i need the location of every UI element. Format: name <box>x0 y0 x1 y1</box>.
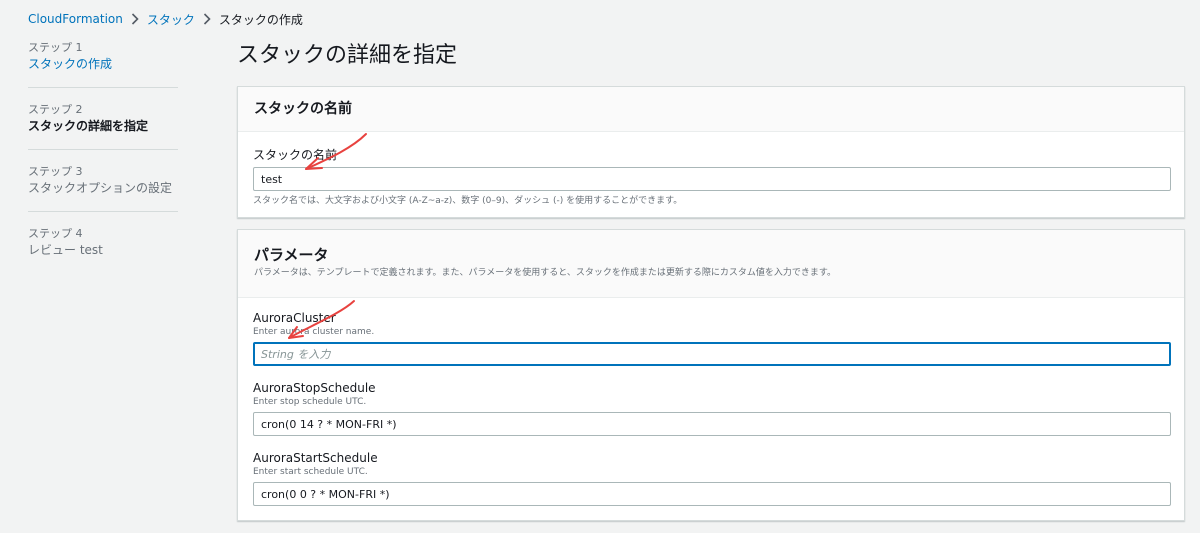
wizard-step-2: ステップ 2 スタックの詳細を指定 <box>28 102 178 150</box>
breadcrumb-cloudformation[interactable]: CloudFormation <box>28 12 123 26</box>
stack-name-panel: スタックの名前 スタックの名前 スタック名では、大文字および小文字 (A-Z~a… <box>237 86 1185 218</box>
parameter-aurora-cluster: AuroraCluster Enter aurora cluster name. <box>253 310 1171 380</box>
wizard-step-1[interactable]: ステップ 1 スタックの作成 <box>28 40 178 88</box>
parameter-name: AuroraStopSchedule <box>253 381 376 395</box>
page-title: スタックの詳細を指定 <box>237 43 458 68</box>
step-number-label: ステップ 3 <box>28 165 83 178</box>
parameters-description: パラメータは、テンプレートで定義されます。また、パラメータを使用すると、スタック… <box>254 268 837 278</box>
breadcrumb: CloudFormation スタック スタックの作成 <box>28 11 303 27</box>
step-title-specify-details: スタックの詳細を指定 <box>28 119 149 133</box>
step-number-label: ステップ 1 <box>28 41 83 54</box>
parameter-description: Enter start schedule UTC. <box>253 467 368 477</box>
chevron-right-icon <box>203 13 211 25</box>
step-title-create-stack[interactable]: スタックの作成 <box>28 56 178 73</box>
wizard-step-4: ステップ 4 レビュー test <box>28 226 178 273</box>
parameter-description: Enter aurora cluster name. <box>253 327 375 337</box>
stack-name-hint: スタック名では、大文字および小文字 (A-Z~a-z)、数字 (0–9)、ダッシ… <box>253 196 683 206</box>
parameter-aurora-stop-schedule: AuroraStopSchedule Enter stop schedule U… <box>253 380 1171 450</box>
parameter-name: AuroraStartSchedule <box>253 451 378 465</box>
breadcrumb-create-stack: スタックの作成 <box>218 12 303 27</box>
step-title-review: レビュー test <box>28 243 103 257</box>
wizard-step-3: ステップ 3 スタックオプションの設定 <box>28 164 178 212</box>
aurora-start-schedule-input[interactable] <box>253 482 1171 506</box>
panel-header: パラメータ パラメータは、テンプレートで定義されます。また、パラメータを使用する… <box>238 230 1184 298</box>
parameter-name: AuroraCluster <box>253 311 336 325</box>
stack-name-input[interactable] <box>253 167 1171 191</box>
panel-header: スタックの名前 <box>238 87 1184 132</box>
panel-body: スタックの名前 スタック名では、大文字および小文字 (A-Z~a-z)、数字 (… <box>238 132 1184 208</box>
panel-title: スタックの名前 <box>254 101 352 117</box>
parameter-aurora-start-schedule: AuroraStartSchedule Enter start schedule… <box>253 450 1171 520</box>
breadcrumb-stacks[interactable]: スタック <box>147 11 195 28</box>
step-title-stack-options: スタックオプションの設定 <box>28 181 173 195</box>
aurora-cluster-input[interactable] <box>253 342 1171 366</box>
step-number-label: ステップ 2 <box>28 103 83 116</box>
aurora-stop-schedule-input[interactable] <box>253 412 1171 436</box>
panel-title: パラメータ <box>254 246 329 264</box>
panel-body: AuroraCluster Enter aurora cluster name.… <box>238 298 1184 520</box>
parameter-description: Enter stop schedule UTC. <box>253 397 367 407</box>
wizard-steps-sidebar: ステップ 1 スタックの作成 ステップ 2 スタックの詳細を指定 ステップ 3 … <box>28 40 178 287</box>
stack-name-label: スタックの名前 <box>253 148 338 162</box>
step-number-label: ステップ 4 <box>28 227 83 240</box>
chevron-right-icon <box>131 13 139 25</box>
parameters-panel: パラメータ パラメータは、テンプレートで定義されます。また、パラメータを使用する… <box>237 229 1185 521</box>
